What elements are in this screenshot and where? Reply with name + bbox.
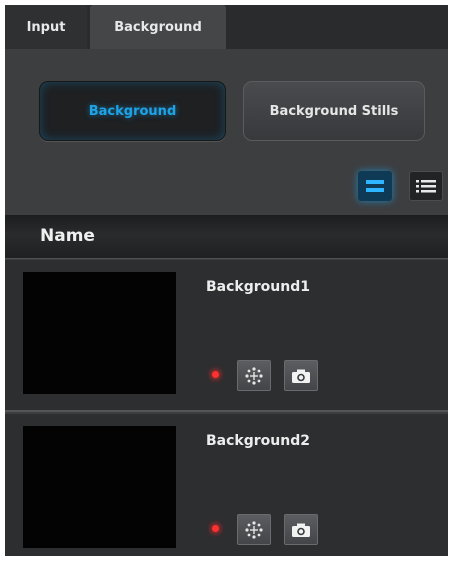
freeze-button[interactable] [237, 514, 271, 545]
camera-icon [292, 523, 310, 537]
background-panel: Input Background Background Background S… [5, 5, 448, 556]
freeze-icon [245, 366, 263, 385]
column-header-label: Name [40, 226, 95, 246]
tab-bar: Input Background [5, 5, 448, 49]
freeze-icon [245, 520, 263, 539]
list-view-button[interactable] [409, 171, 443, 201]
background-stills-button[interactable]: Background Stills [243, 81, 425, 141]
grid-view-icon [366, 180, 384, 192]
item-name: Background1 [206, 279, 310, 295]
thumbnail [23, 426, 176, 548]
snapshot-button[interactable] [284, 360, 318, 391]
grid-view-button[interactable] [358, 171, 392, 201]
snapshot-button[interactable] [284, 514, 318, 545]
camera-icon [292, 369, 310, 383]
thumbnail [23, 272, 176, 394]
name-column-header[interactable]: Name [5, 215, 448, 259]
background-mode-button[interactable]: Background [39, 81, 226, 141]
list-item[interactable]: Background2 [5, 414, 448, 556]
item-name: Background2 [206, 433, 310, 449]
tab-input[interactable]: Input [5, 5, 87, 49]
freeze-button[interactable] [237, 360, 271, 391]
list-item[interactable]: Background1 [5, 260, 448, 412]
tab-background[interactable]: Background [90, 5, 226, 49]
status-indicator [212, 371, 219, 378]
status-indicator [212, 525, 219, 532]
list-view-icon [416, 180, 436, 193]
